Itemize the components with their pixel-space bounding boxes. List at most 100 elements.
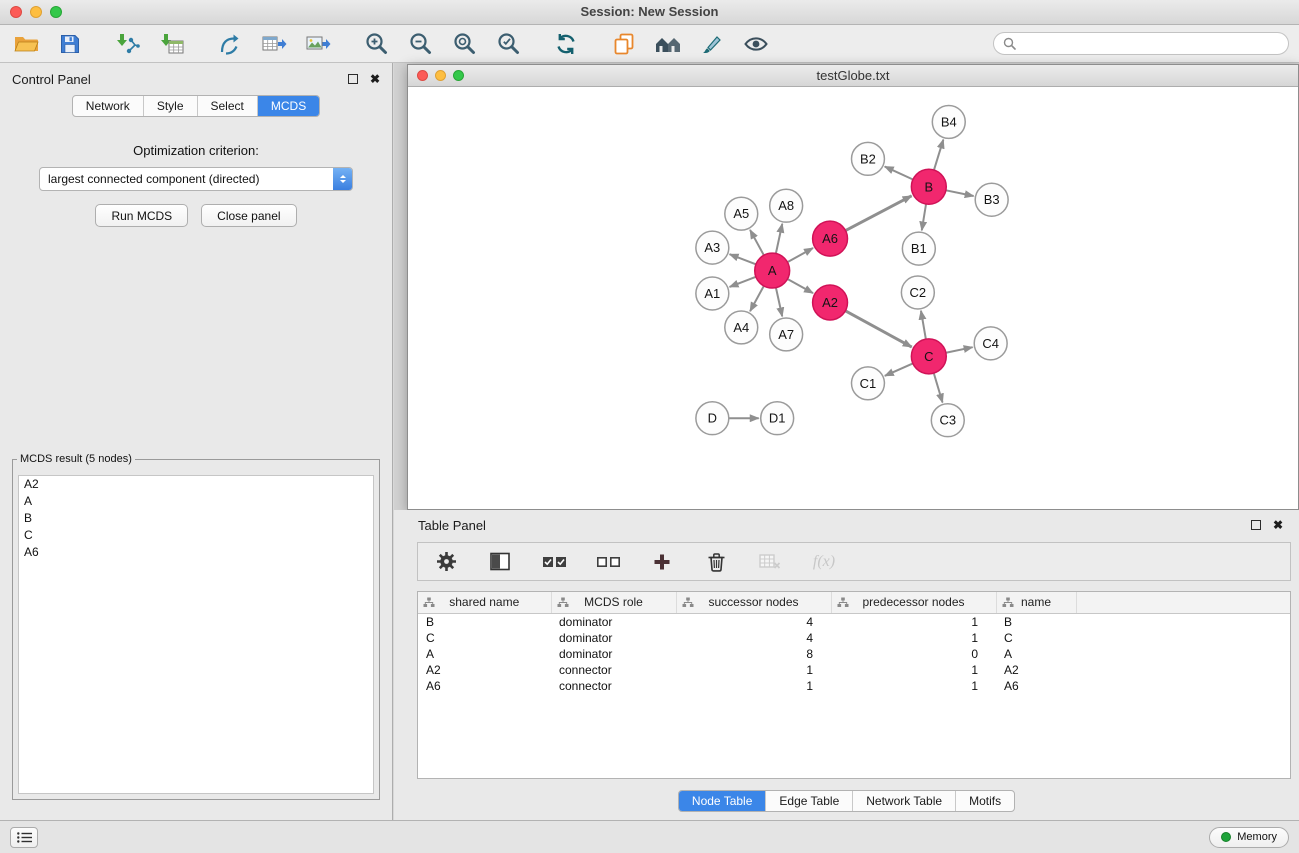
table-cell[interactable]: connector [551, 662, 676, 678]
paintbrush-button[interactable] [696, 29, 728, 59]
table-close-panel-icon[interactable]: ✖ [1273, 520, 1283, 530]
table-cell[interactable]: C [996, 630, 1076, 646]
graph-edge-A-A6[interactable] [787, 248, 813, 262]
mcds-result-item[interactable]: B [19, 510, 373, 527]
table-row[interactable]: Adominator80A [418, 646, 1290, 662]
tab-network-table[interactable]: Network Table [852, 791, 955, 811]
optimization-criterion-select[interactable]: largest connected component (directed) [39, 167, 353, 191]
graph-node-A4[interactable]: A4 [725, 311, 758, 344]
gear-button[interactable] [430, 547, 462, 577]
graph-node-A6[interactable]: A6 [813, 221, 848, 256]
tab-select[interactable]: Select [197, 96, 257, 116]
task-history-button[interactable] [10, 827, 38, 848]
graph-edge-C-C2[interactable] [921, 311, 926, 339]
table-cell[interactable]: 1 [831, 678, 996, 694]
tab-mcds[interactable]: MCDS [257, 96, 319, 116]
table-cell[interactable]: 8 [676, 646, 831, 662]
table-cell[interactable]: 1 [831, 662, 996, 678]
refresh-button[interactable] [550, 29, 582, 59]
table-cell[interactable]: A6 [418, 678, 551, 694]
graph-edge-C-C3[interactable] [934, 373, 943, 402]
network-close-button[interactable] [417, 70, 428, 81]
network-canvas[interactable]: B4B2BB3A8A5A6A3B1AA1C2A2A4A7C4CC1C3DD1 [408, 88, 1298, 509]
clear-all-button[interactable] [592, 547, 624, 577]
network-window-titlebar[interactable]: testGlobe.txt [408, 65, 1298, 87]
import-network-button[interactable] [112, 29, 144, 59]
table-cell[interactable]: 1 [676, 678, 831, 694]
graph-node-C3[interactable]: C3 [931, 404, 964, 437]
graph-edge-C-C4[interactable] [946, 347, 973, 353]
search-input[interactable] [1021, 37, 1279, 51]
graph-edge-A6-B[interactable] [846, 196, 912, 231]
graph-edge-A-A4[interactable] [750, 286, 764, 311]
graph-edge-A2-C[interactable] [845, 311, 911, 347]
graph-node-B3[interactable]: B3 [975, 183, 1008, 216]
network-minimize-button[interactable] [435, 70, 446, 81]
graph-node-C[interactable]: C [911, 339, 946, 374]
zoom-fit-button[interactable] [448, 29, 480, 59]
graph-node-B1[interactable]: B1 [902, 232, 935, 265]
table-cell[interactable]: 1 [831, 613, 996, 630]
network-maximize-button[interactable] [453, 70, 464, 81]
export-table-button[interactable] [258, 29, 290, 59]
graph-edge-A-A8[interactable] [776, 224, 782, 254]
save-button[interactable] [54, 29, 86, 59]
table-cell[interactable]: 1 [831, 630, 996, 646]
graph-edge-A-A2[interactable] [787, 279, 813, 293]
graph-node-A8[interactable]: A8 [770, 189, 803, 222]
run-mcds-button[interactable]: Run MCDS [95, 204, 188, 227]
share-network-button[interactable] [214, 29, 246, 59]
export-image-button[interactable] [302, 29, 334, 59]
graph-edge-A-A7[interactable] [776, 288, 782, 317]
table-float-panel-icon[interactable] [1251, 520, 1261, 530]
graph-node-D1[interactable]: D1 [761, 402, 794, 435]
select-all-button[interactable] [538, 547, 570, 577]
eye-button[interactable] [740, 29, 772, 59]
mcds-result-item[interactable]: A2 [19, 476, 373, 493]
table-cell[interactable]: B [418, 613, 551, 630]
table-cell[interactable]: A2 [996, 662, 1076, 678]
open-folder-button[interactable] [10, 29, 42, 59]
graph-node-D[interactable]: D [696, 402, 729, 435]
search-box[interactable] [993, 32, 1289, 55]
column-header-name[interactable]: name [996, 592, 1076, 613]
graph-edge-B-B4[interactable] [934, 140, 943, 171]
graph-node-A1[interactable]: A1 [696, 277, 729, 310]
graph-node-C1[interactable]: C1 [852, 367, 885, 400]
zoom-out-button[interactable] [404, 29, 436, 59]
column-header-MCDS-role[interactable]: MCDS role [551, 592, 676, 613]
network-graph[interactable]: B4B2BB3A8A5A6A3B1AA1C2A2A4A7C4CC1C3DD1 [408, 88, 1298, 509]
houses-button[interactable] [652, 29, 684, 59]
graph-node-A2[interactable]: A2 [813, 285, 848, 320]
table-cell[interactable]: connector [551, 678, 676, 694]
graph-node-B2[interactable]: B2 [852, 142, 885, 175]
table-row[interactable]: Cdominator41C [418, 630, 1290, 646]
tab-style[interactable]: Style [143, 96, 197, 116]
table-row[interactable]: Bdominator41B [418, 613, 1290, 630]
graph-node-C2[interactable]: C2 [901, 276, 934, 309]
table-cell[interactable]: C [418, 630, 551, 646]
graph-node-A5[interactable]: A5 [725, 197, 758, 230]
tab-node-table[interactable]: Node Table [679, 791, 766, 811]
mcds-result-item[interactable]: A [19, 493, 373, 510]
graph-node-A[interactable]: A [755, 253, 790, 288]
graph-node-A3[interactable]: A3 [696, 231, 729, 264]
graph-edge-B-B2[interactable] [885, 167, 913, 180]
close-panel-icon[interactable]: ✖ [370, 74, 380, 84]
table-cell[interactable]: 4 [676, 630, 831, 646]
graph-node-B4[interactable]: B4 [932, 105, 965, 138]
close-panel-button[interactable]: Close panel [201, 204, 296, 227]
table-cell[interactable]: A6 [996, 678, 1076, 694]
graph-edge-B-B1[interactable] [922, 204, 926, 230]
table-cell[interactable]: A2 [418, 662, 551, 678]
graph-edge-B-B3[interactable] [946, 190, 974, 196]
column-header-shared-name[interactable]: shared name [418, 592, 551, 613]
tab-edge-table[interactable]: Edge Table [765, 791, 852, 811]
add-column-button[interactable] [646, 547, 678, 577]
table-cell[interactable]: dominator [551, 613, 676, 630]
copy-documents-button[interactable] [608, 29, 640, 59]
table-cell[interactable]: dominator [551, 630, 676, 646]
table-cell[interactable]: 0 [831, 646, 996, 662]
graph-node-C4[interactable]: C4 [974, 327, 1007, 360]
float-panel-icon[interactable] [348, 74, 358, 84]
